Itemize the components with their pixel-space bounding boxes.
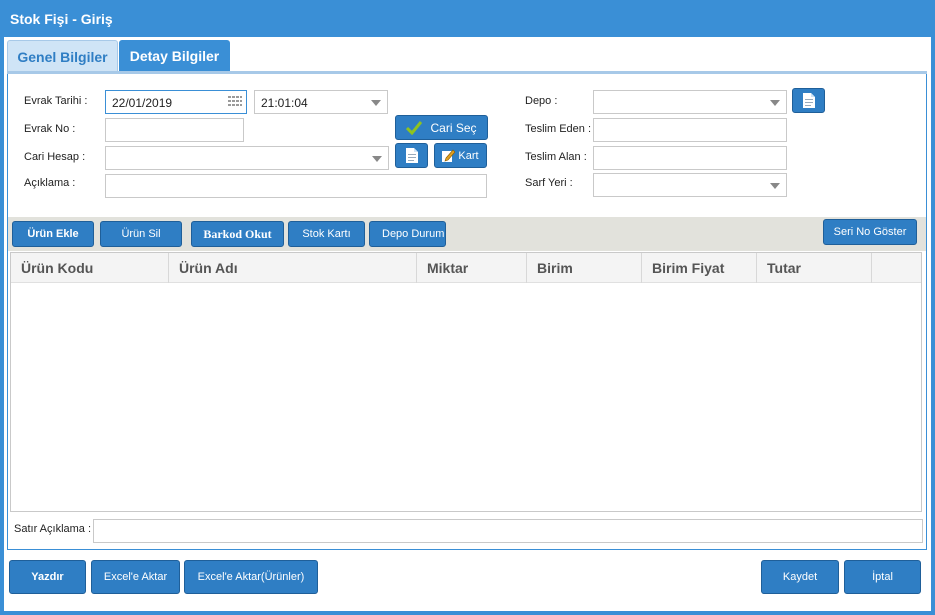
evrak-saati-combo[interactable]: 21:01:04 [254, 90, 388, 114]
window: Stok Fişi - Giriş Genel Bilgiler Detay B… [0, 0, 935, 615]
satir-aciklama-label: Satır Açıklama : [14, 523, 92, 535]
urun-ekle-button[interactable]: Ürün Ekle [12, 221, 94, 247]
aciklama-input[interactable] [105, 174, 487, 198]
teslim-alan-input[interactable] [593, 146, 787, 170]
iptal-button[interactable]: İptal [844, 560, 921, 594]
cari-hesap-combo[interactable] [105, 146, 389, 170]
barkod-okut-button[interactable]: Barkod Okut [191, 221, 284, 247]
chevron-down-icon[interactable] [770, 183, 780, 189]
stok-karti-button[interactable]: Stok Kartı [288, 221, 365, 247]
depo-durumu-button[interactable]: Depo Durumu [369, 221, 446, 247]
evrak-saati-value: 21:01:04 [261, 96, 308, 110]
depo-combo[interactable] [593, 90, 787, 114]
window-client: Genel Bilgiler Detay Bilgiler Evrak Tari… [4, 37, 931, 611]
excel-aktar-urunler-button[interactable]: Excel'e Aktar(Ürünler) [184, 560, 318, 594]
column-header-birim[interactable]: Birim [527, 253, 642, 283]
seri-no-goster-button[interactable]: Seri No Göster [823, 219, 917, 245]
excel-aktar-button[interactable]: Excel'e Aktar [91, 560, 180, 594]
chevron-down-icon[interactable] [371, 100, 381, 106]
kaydet-button[interactable]: Kaydet [761, 560, 839, 594]
cari-sec-button[interactable]: Cari Seç [395, 115, 488, 140]
calendar-icon[interactable] [227, 95, 243, 109]
teslim-eden-label: Teslim Eden : [525, 123, 592, 135]
depo-document-button[interactable] [792, 88, 825, 113]
kart-button[interactable]: Kart [434, 143, 487, 168]
column-header-birim-fiyat[interactable]: Birim Fiyat [642, 253, 757, 283]
window-title: Stok Fişi - Giriş [10, 11, 113, 27]
urun-sil-button[interactable]: Ürün Sil [100, 221, 182, 247]
depo-label: Depo : [525, 95, 558, 107]
grid-header: Ürün Kodu Ürün Adı Miktar Birim Birim Fi… [11, 253, 921, 283]
column-header-tutar[interactable]: Tutar [757, 253, 872, 283]
product-toolbar: Ürün Ekle Ürün Sil Barkod Okut Stok Kart… [8, 217, 926, 251]
evrak-tarihi-value: 22/01/2019 [112, 96, 173, 110]
aciklama-label: Açıklama : [24, 177, 76, 189]
cari-sec-label: Cari Seç [430, 120, 477, 135]
document-icon [405, 148, 418, 163]
column-header-urun-adi[interactable]: Ürün Adı [169, 253, 417, 283]
column-header-miktar[interactable]: Miktar [417, 253, 527, 283]
sarf-yeri-combo[interactable] [593, 173, 787, 197]
document-icon [802, 93, 815, 108]
cari-document-button[interactable] [395, 143, 428, 168]
satir-aciklama-input[interactable] [93, 519, 923, 543]
products-grid[interactable]: Ürün Kodu Ürün Adı Miktar Birim Birim Fi… [10, 252, 922, 512]
column-header-urun-kodu[interactable]: Ürün Kodu [11, 253, 169, 283]
edit-icon [442, 149, 456, 162]
chevron-down-icon[interactable] [770, 100, 780, 106]
kart-label: Kart [458, 149, 479, 162]
genel-bilgiler-panel: Evrak Tarihi : 22/01/2019 21:01:04 Evrak… [7, 74, 927, 550]
teslim-alan-label: Teslim Alan : [525, 151, 587, 163]
cari-hesap-label: Cari Hesap : [24, 151, 86, 163]
yazdir-button[interactable]: Yazdır [9, 560, 86, 594]
tab-genel-bilgiler[interactable]: Genel Bilgiler [7, 40, 118, 72]
chevron-down-icon[interactable] [372, 156, 382, 162]
tab-detay-bilgiler[interactable]: Detay Bilgiler [119, 40, 230, 72]
evrak-tarihi-label: Evrak Tarihi : [24, 95, 88, 107]
evrak-tarihi-input[interactable]: 22/01/2019 [105, 90, 247, 114]
sarf-yeri-label: Sarf Yeri : [525, 177, 573, 189]
evrak-no-label: Evrak No : [24, 123, 76, 135]
checkmark-icon [406, 120, 423, 135]
evrak-no-input[interactable] [105, 118, 244, 142]
teslim-eden-input[interactable] [593, 118, 787, 142]
